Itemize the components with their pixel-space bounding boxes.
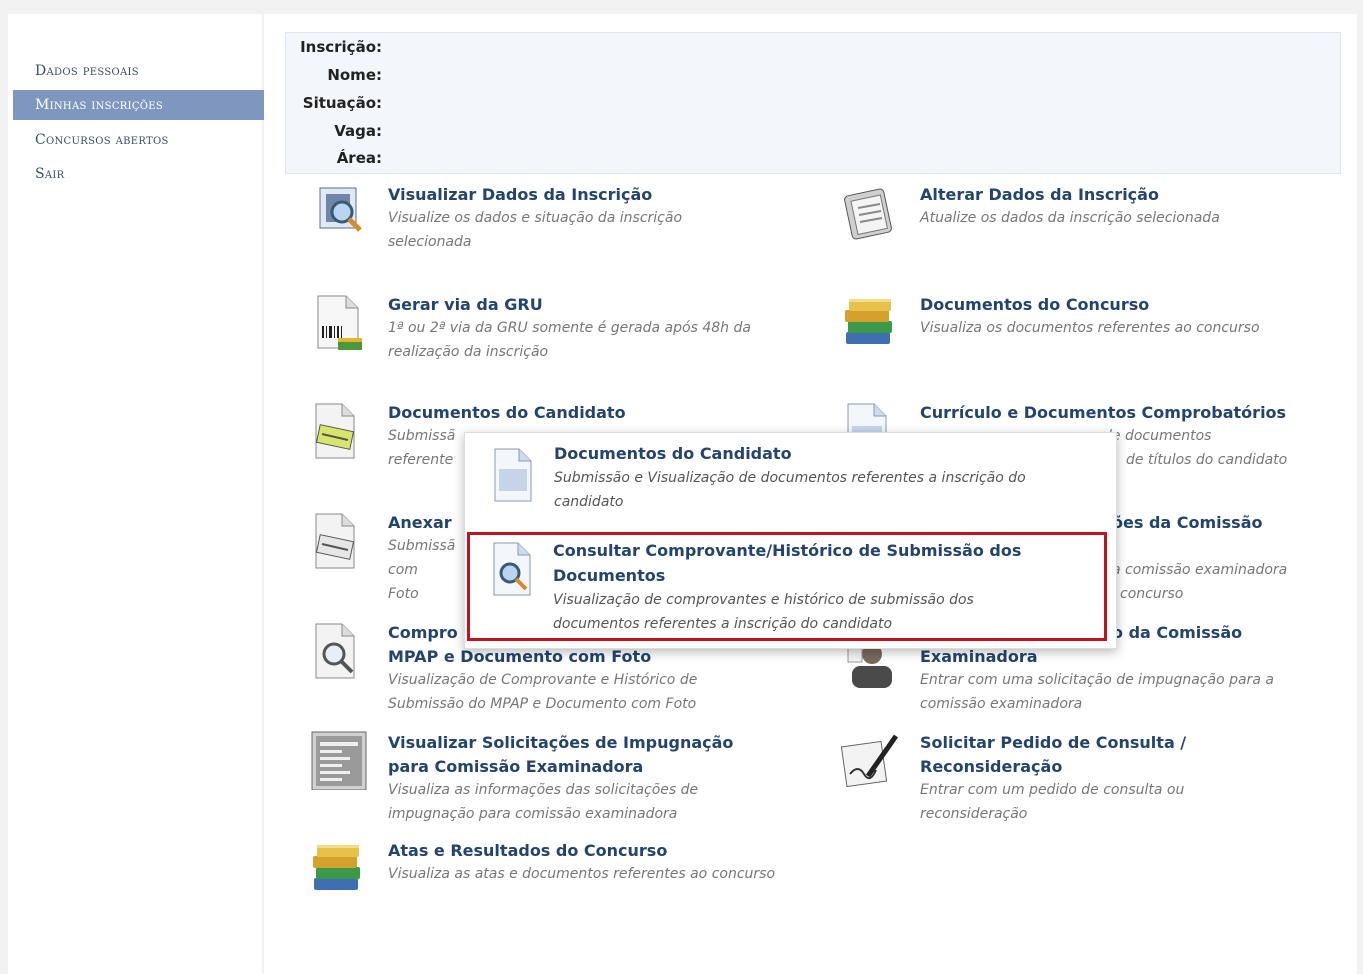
- action-title-line2[interactable]: para Comissão Examinadora: [388, 754, 643, 779]
- action-desc: Visualiza as atas e documentos referente…: [388, 866, 776, 882]
- action-desc: a comissão examinadora: [1112, 562, 1288, 578]
- action-title[interactable]: ões da Comissão: [1112, 510, 1262, 535]
- action-desc-line2: concurso: [1120, 586, 1184, 602]
- signature-icon: [840, 734, 899, 788]
- document-icon: [494, 448, 532, 502]
- action-title[interactable]: Alterar Dados da Inscrição: [920, 182, 1159, 207]
- action-desc: Entrar com uma solicitação de impugnação…: [920, 672, 1274, 712]
- action-title[interactable]: Documentos do Candidato: [388, 400, 626, 425]
- books-icon: [845, 299, 892, 344]
- edit-document-icon: [844, 188, 892, 240]
- action-title[interactable]: Documentos do Concurso: [920, 292, 1149, 317]
- action-title[interactable]: Atas e Resultados do Concurso: [388, 838, 667, 863]
- action-desc: Visualiza as informações das solicitaçõe…: [388, 782, 699, 822]
- action-title[interactable]: Gerar via da GRU: [388, 292, 543, 317]
- action-desc: 1ª ou 2ª via da GRU somente é gerada apó…: [388, 320, 751, 360]
- label-inscricao: Inscrição:: [300, 38, 382, 56]
- action-desc: Visualiza os documentos referentes ao co…: [920, 320, 1260, 336]
- popup-item-documentos-candidato[interactable]: Documentos do Candidato Submissão e Visu…: [465, 433, 1114, 531]
- popup-item-title-line2[interactable]: Documentos: [553, 563, 665, 588]
- action-desc-line2: com Foto: [388, 562, 419, 602]
- action-title[interactable]: Visualizar Solicitações de Impugnação: [388, 730, 733, 755]
- document-pen-icon: [315, 403, 355, 459]
- action-title-line2[interactable]: Reconsideração: [920, 754, 1062, 779]
- popup-item-consultar-comprovante[interactable]: Consultar Comprovante/Histórico de Submi…: [467, 532, 1107, 641]
- action-desc: Visualização de Comprovante e Histórico …: [388, 672, 698, 712]
- label-situacao: Situação:: [302, 94, 382, 112]
- action-desc-line2: referente: [388, 452, 454, 468]
- books-icon: [313, 845, 360, 890]
- action-title[interactable]: Visualizar Dados da Inscrição: [388, 182, 652, 207]
- action-title[interactable]: Currículo e Documentos Comprobatórios: [920, 400, 1286, 425]
- action-desc-line2: de títulos do candidato: [1126, 452, 1288, 468]
- label-nome: Nome:: [327, 66, 382, 84]
- popup-item-title[interactable]: Documentos do Candidato: [554, 441, 792, 466]
- action-desc: Visualize os dados e situação da inscriç…: [388, 210, 683, 250]
- search-document-icon: [315, 623, 355, 679]
- action-title[interactable]: Anexar: [388, 510, 452, 535]
- popup-item-desc-line2: documentos referentes a inscrição do can…: [553, 616, 893, 632]
- nav-sair[interactable]: Sair: [13, 159, 65, 189]
- action-title[interactable]: Solicitar Pedido de Consulta /: [920, 730, 1186, 755]
- search-document-icon: [493, 542, 531, 596]
- action-title[interactable]: o da Comissão: [1112, 620, 1242, 645]
- view-inscription-icon: [319, 187, 362, 232]
- popup-item-desc: Visualização de comprovantes e histórico…: [553, 592, 974, 608]
- barcode-document-icon: [317, 295, 362, 350]
- nav-minhas-inscricoes[interactable]: Minhas inscrições: [13, 90, 282, 120]
- nav-dados-pessoais[interactable]: Dados pessoais: [13, 56, 139, 86]
- sidebar: Dados pessoais Minhas inscrições Concurs…: [8, 14, 282, 974]
- popup-item-desc: Submissão e Visualização de documentos r…: [554, 470, 1026, 510]
- documents-popup-menu: Documentos do Candidato Submissão e Visu…: [464, 432, 1117, 649]
- inscription-info-box: Inscrição: Nome: Situação: Vaga: Área:: [285, 32, 1341, 174]
- action-desc: Submissã: [388, 428, 456, 444]
- popup-item-title[interactable]: Consultar Comprovante/Histórico de Submi…: [553, 538, 1021, 563]
- action-desc: Submissã: [388, 538, 456, 554]
- nav-concursos-abertos[interactable]: Concursos abertos: [13, 125, 169, 155]
- label-vaga: Vaga:: [334, 122, 382, 140]
- action-title[interactable]: Compro: [388, 620, 458, 645]
- action-desc: Entrar com um pedido de consulta ou reco…: [920, 782, 1185, 822]
- label-area: Área:: [336, 149, 382, 167]
- action-desc: Atualize os dados da inscrição seleciona…: [920, 210, 1220, 226]
- attach-document-icon: [315, 513, 355, 569]
- list-document-icon: [311, 731, 367, 790]
